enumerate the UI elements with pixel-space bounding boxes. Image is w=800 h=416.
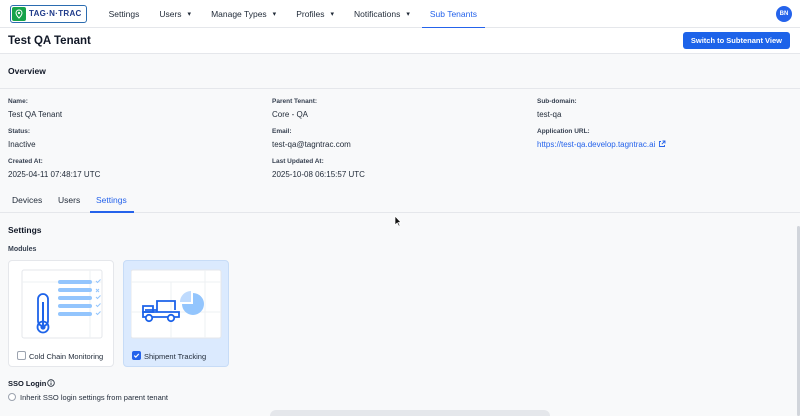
nav-item-label: Manage Types [211,8,267,19]
switch-to-subtenant-view-button[interactable]: Switch to Subtenant View [682,32,790,49]
field-label: Application URL: [537,128,590,135]
chevron-down-icon: ▾ [330,10,335,18]
field-email: Email: test-qa@tagntrac.com [272,128,351,149]
field-parent-tenant: Parent Tenant: Core - QA [272,98,317,119]
sso-login-heading: SSO Login [8,379,47,388]
field-status: Status: Inactive [8,128,36,149]
external-link-icon [659,140,666,147]
tab-bar: Devices Users Settings [0,191,800,213]
field-label: Email: [272,128,292,135]
field-value: Inactive [8,140,36,149]
inherit-sso-checkbox[interactable] [8,393,16,401]
modules-heading: Modules [8,246,37,253]
bottom-overlay [270,410,550,416]
thermometer-checklist-icon [21,269,103,339]
module-label: Shipment Tracking [144,352,207,361]
field-value: 2025-10-08 06:15:57 UTC [272,170,365,179]
chevron-down-icon: ▾ [187,10,192,18]
module-checkbox[interactable] [132,351,141,360]
nav-item-manage-types[interactable]: Manage Types ▾ [203,0,284,28]
application-url-link[interactable]: https://test-qa.develop.tagntrac.ai [537,140,666,149]
field-created-at: Created At: 2025-04-11 07:48:17 UTC [8,158,100,179]
field-value: Test QA Tenant [8,110,63,119]
nav-item-settings[interactable]: Settings [101,0,148,28]
nav-item-label: Settings [108,8,140,19]
field-label: Status: [8,128,31,135]
settings-heading: Settings [8,225,42,235]
field-label: Parent Tenant: [272,98,318,105]
chevron-down-icon: ▾ [406,10,410,18]
module-checkbox[interactable] [17,351,26,360]
divider [0,88,800,89]
info-icon[interactable] [47,379,55,387]
truck-pie-icon [131,269,222,339]
field-label: Created At: [8,158,43,165]
tab-devices[interactable]: Devices [12,195,42,205]
user-avatar[interactable]: BN [776,6,792,22]
nav-item-label: Sub Tenants [429,8,477,19]
link-text: https://test-qa.develop.tagntrac.ai [537,140,656,149]
field-label: Sub-domain: [537,98,577,105]
page-header: Test QA Tenant Switch to Subtenant View [0,28,800,54]
tab-users[interactable]: Users [58,195,80,205]
logo[interactable]: TAG·N·TRAC [10,4,87,23]
nav-item-label: Users [159,8,182,19]
top-nav: TAG·N·TRAC Settings Users ▾ Manage Types ▾… [0,0,800,29]
module-card-cold-chain[interactable]: Cold Chain Monitoring [8,260,114,367]
field-last-updated-at: Last Updated At: 2025-10-08 06:15:57 UTC [272,158,365,179]
active-tab-indicator [90,211,134,213]
inherit-sso-label: Inherit SSO login settings from parent t… [20,393,168,402]
chevron-down-icon: ▾ [272,10,277,18]
logo-text: TAG·N·TRAC [29,9,82,18]
nav-menu: Settings Users ▾ Manage Types ▾ Profiles ▾ … [101,0,489,29]
location-pin-icon [12,6,26,21]
nav-item-users[interactable]: Users ▾ [151,0,199,28]
field-value: test-qa [537,110,562,119]
field-application-url: Application URL: https://test-qa.develop… [537,128,666,149]
field-value: test-qa@tagntrac.com [272,140,351,149]
nav-item-label: Profiles [296,8,325,19]
mouse-cursor-icon [394,215,402,227]
checkmark-icon [133,353,140,358]
module-label: Cold Chain Monitoring [29,352,104,361]
nav-item-notifications[interactable]: Notifications ▾ [346,0,418,28]
field-value: Core - QA [272,110,309,119]
field-label: Last Updated At: [272,158,324,165]
nav-item-label: Notifications [354,8,401,19]
nav-item-sub-tenants[interactable]: Sub Tenants [421,0,486,29]
field-value: 2025-04-11 07:48:17 UTC [8,170,101,179]
module-card-shipment-tracking[interactable]: Shipment Tracking [123,260,229,367]
page-title: Test QA Tenant [8,35,91,47]
field-label: Name: [8,98,28,105]
field-subdomain: Sub-domain: test-qa [537,98,577,119]
overview-heading: Overview [8,66,46,76]
tab-settings[interactable]: Settings [96,195,127,205]
field-name: Name: Test QA Tenant [8,98,62,119]
nav-item-profiles[interactable]: Profiles ▾ [288,0,342,28]
